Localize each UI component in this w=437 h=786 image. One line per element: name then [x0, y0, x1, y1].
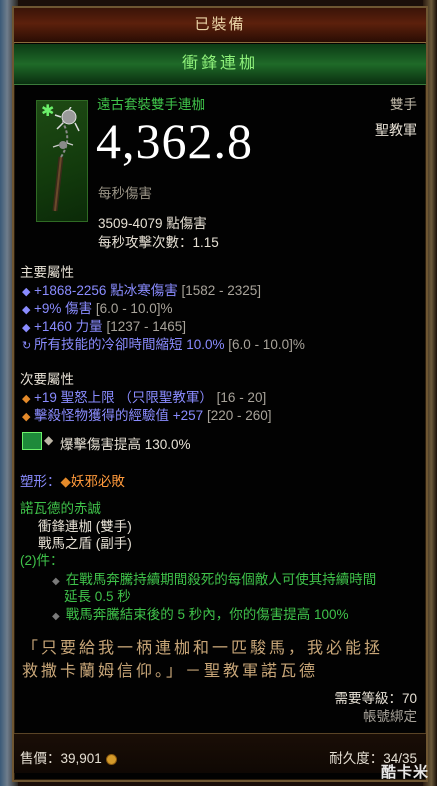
item-type: 遠古套裝雙手連枷: [97, 97, 205, 112]
diamond-bullet-icon: ◆: [44, 433, 54, 447]
diamond-bullet-icon: ◆: [52, 611, 60, 622]
flail-icon: [52, 107, 80, 212]
reroll-icon: ↻: [22, 340, 32, 352]
gold-coin-icon: [105, 753, 117, 765]
set-bonus-line: 延長 0.5 秒: [64, 589, 131, 604]
transmog-value: 妖邪必敗: [70, 474, 125, 489]
equipped-banner: 已裝備: [14, 8, 426, 43]
transmog-label: 塑形：: [20, 474, 61, 489]
required-level: 需要等級：70: [334, 691, 417, 706]
primary-stat: ◆ +9% 傷害 [6.0 - 10.0]%: [22, 301, 173, 316]
transmog-line: 塑形：◆妖邪必敗: [20, 470, 125, 490]
item-handedness: 雙手: [390, 97, 417, 112]
sell-price: 售價：39,901: [20, 747, 117, 767]
flavor-text: 救撒卡蘭姆信仰。」－聖教軍諾瓦德: [22, 663, 319, 680]
watermark: 酷卡米: [380, 764, 429, 781]
socket-bonus: 爆擊傷害提高 130.0%: [60, 437, 191, 452]
item-icon[interactable]: ✱: [36, 100, 88, 222]
account-bound: 帳號綁定: [363, 709, 417, 724]
item-name: 衝鋒連枷: [14, 44, 426, 85]
secondary-stat: ◆ +19 聖怒上限 （只限聖教軍） [16 - 20]: [22, 390, 267, 405]
set-bonus-label: (2)件：: [20, 553, 64, 568]
primary-stat: ◆ +1460 力量 [1237 - 1465]: [22, 319, 187, 334]
diamond-bullet-icon: ◆: [52, 576, 60, 587]
secondary-stat: ◆ 擊殺怪物獲得的經驗值 +257 [220 - 260]: [22, 408, 272, 423]
dps-label: 每秒傷害: [98, 186, 152, 201]
dps-value: 4,362.8: [96, 113, 253, 169]
attacks-per-second: 每秒攻擊次數：1.15: [98, 235, 219, 250]
damage-range: 3509-4079 點傷害: [98, 216, 207, 231]
secondary-heading: 次要屬性: [20, 372, 74, 387]
emerald-gem-icon: [22, 432, 42, 450]
flavor-text: 「只要給我一柄連枷和一匹駿馬，我必能拯: [22, 640, 384, 657]
diamond-bullet-icon: ◆: [60, 474, 71, 489]
class-restriction: 聖教軍: [375, 122, 417, 138]
set-bonus-line: ◆ 戰馬奔騰結束後的 5 秒內，你的傷害提高 100%: [52, 607, 349, 622]
diamond-bullet-icon: ◆: [22, 411, 31, 423]
primary-stat: ◆ +1868-2256 點冰寒傷害 [1582 - 2325]: [22, 283, 262, 298]
primary-heading: 主要屬性: [20, 265, 74, 280]
set-name: 諾瓦德的赤誠: [20, 501, 101, 516]
primary-stat: ↻ 所有技能的冷卻時間縮短 10.0% [6.0 - 10.0]%: [22, 337, 305, 352]
